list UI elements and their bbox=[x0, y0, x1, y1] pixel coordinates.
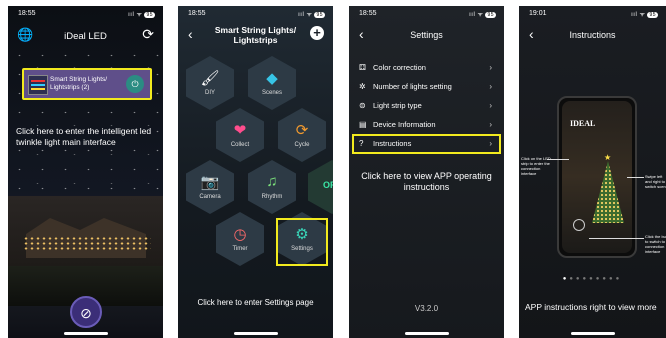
cycle-icon: ⟳ bbox=[295, 122, 309, 139]
timer-icon: ◷ bbox=[233, 226, 247, 243]
string-lights bbox=[23, 236, 151, 252]
instruction-caption: Click here to enter the intelligent led … bbox=[16, 126, 152, 147]
menu-item-device-information[interactable]: ▤ Device Information › bbox=[359, 115, 496, 134]
home-indicator bbox=[233, 332, 278, 335]
battery-icon: 95 bbox=[314, 12, 325, 18]
music-icon: ♫ bbox=[266, 173, 278, 190]
home-indicator bbox=[404, 332, 449, 335]
tile-cycle[interactable]: ⟳ Cycle bbox=[278, 108, 326, 162]
palette-icon: ⚃ bbox=[359, 63, 366, 72]
refresh-icon[interactable]: ⟳ bbox=[142, 26, 154, 43]
annotation-right-bottom: Click the bu to switch to connection int… bbox=[645, 234, 666, 254]
annotation-line bbox=[547, 159, 569, 160]
brush-icon: 🖌 bbox=[200, 70, 220, 87]
status-bar: 19:01 ııl ᯤ 95 bbox=[529, 10, 658, 20]
tile-timer[interactable]: ◷ Timer bbox=[216, 212, 264, 266]
settings-title: Settings bbox=[410, 30, 443, 40]
home-indicator bbox=[570, 332, 615, 335]
status-signal: ııl ᯤ 95 bbox=[298, 12, 325, 18]
menu-item-number-of-lights[interactable]: ✲ Number of lights setting › bbox=[359, 77, 496, 96]
status-signal: ııl ᯤ 95 bbox=[128, 12, 155, 18]
tile-collect[interactable]: ❤ Collect bbox=[216, 108, 264, 162]
status-signal: ııl ᯤ 95 bbox=[469, 12, 496, 18]
tile-diy[interactable]: 🖌 DIY bbox=[186, 56, 234, 110]
status-time: 19:01 bbox=[529, 10, 547, 17]
tile-rhythm[interactable]: ♫ Rhythm bbox=[248, 160, 296, 214]
no-link-icon: ⊘ bbox=[80, 305, 92, 321]
status-bar: 18:55 ııl ᯤ 95 bbox=[188, 10, 325, 20]
annotation-line bbox=[627, 177, 644, 178]
tree-lights bbox=[592, 161, 624, 223]
lights-icon: ✲ bbox=[359, 82, 366, 91]
tile-camera[interactable]: 📷 Camera bbox=[186, 160, 234, 214]
status-bar: 18:55 ııl ᯤ 95 bbox=[359, 10, 496, 20]
info-doc-icon: ▤ bbox=[359, 120, 367, 129]
chevron-right-icon: › bbox=[489, 82, 492, 91]
chevron-right-icon: › bbox=[489, 120, 492, 129]
device-name: Smart String Lights/ Lightstrips (2) bbox=[50, 76, 108, 91]
instructions-title: Instructions bbox=[569, 30, 616, 40]
phone-screen-home: 18:55 ııl ᯤ 95 🌐 iDeal LED ⟳ Smart String… bbox=[8, 6, 163, 338]
menu-item-color-correction[interactable]: ⚃ Color correction › bbox=[359, 58, 496, 77]
instructions-highlight bbox=[352, 134, 501, 154]
power-icon[interactable]: ⏻ bbox=[126, 75, 144, 93]
annotation-right-top: Swipe left and right to switch scen bbox=[645, 174, 666, 189]
add-device-button[interactable]: ⊘ bbox=[70, 296, 102, 328]
menu-item-light-strip-type[interactable]: ⊜ Light strip type › bbox=[359, 96, 496, 115]
status-time: 18:55 bbox=[188, 10, 206, 17]
tile-off[interactable]: OFF bbox=[308, 160, 333, 214]
phone-screen-instructions: 19:01 ııl ᯤ 95 ‹ Instructions IDEAL ★ Cli… bbox=[519, 6, 666, 338]
battery-icon: 95 bbox=[647, 12, 658, 18]
status-time: 18:55 bbox=[359, 10, 377, 17]
device-card[interactable]: Smart String Lights/ Lightstrips (2) ⏻ bbox=[22, 68, 152, 100]
annotation-line bbox=[589, 238, 644, 239]
page-indicator[interactable]: ●●●●●●●●● bbox=[519, 276, 666, 282]
cube-icon: ◆ bbox=[266, 70, 278, 87]
status-signal: ııl ᯤ 95 bbox=[631, 12, 658, 18]
star-icon: ★ bbox=[604, 153, 612, 162]
instruction-caption: Click here to view APP operating instruc… bbox=[361, 171, 492, 192]
heart-icon: ❤ bbox=[233, 122, 247, 139]
battery-icon: 95 bbox=[144, 12, 155, 18]
camera-icon: 📷 bbox=[200, 174, 220, 191]
off-label: OFF bbox=[323, 180, 333, 190]
phone-screen-settings: 18:55 ııl ᯤ 95 ‹ Settings ⚃ Color correcti… bbox=[349, 6, 504, 338]
instruction-caption: Click here to enter Settings page bbox=[197, 298, 314, 307]
strip-icon: ⊜ bbox=[359, 101, 366, 110]
status-time: 18:55 bbox=[18, 10, 36, 17]
phone-mockup-image: IDEAL ★ bbox=[557, 96, 637, 258]
app-version: V3.2.0 bbox=[414, 304, 439, 313]
tile-scenes[interactable]: ◆ Scenes bbox=[248, 56, 296, 110]
home-indicator bbox=[63, 332, 108, 335]
add-icon[interactable]: + bbox=[310, 26, 324, 40]
settings-highlight bbox=[276, 218, 328, 266]
device-thumbnail bbox=[28, 75, 48, 95]
connect-button-graphic bbox=[573, 219, 585, 231]
instruction-caption: APP instructions right to view more bbox=[525, 302, 657, 312]
brand-logo: IDEAL bbox=[570, 119, 596, 128]
phone-screen-device: 18:55 ııl ᯤ 95 ‹ Smart String Lights/ Lig… bbox=[178, 6, 333, 338]
app-title: iDeal LED bbox=[64, 31, 107, 42]
chevron-right-icon: › bbox=[489, 63, 492, 72]
status-bar: 18:55 ııl ᯤ 95 bbox=[18, 10, 155, 20]
battery-icon: 95 bbox=[485, 12, 496, 18]
chevron-right-icon: › bbox=[489, 101, 492, 110]
